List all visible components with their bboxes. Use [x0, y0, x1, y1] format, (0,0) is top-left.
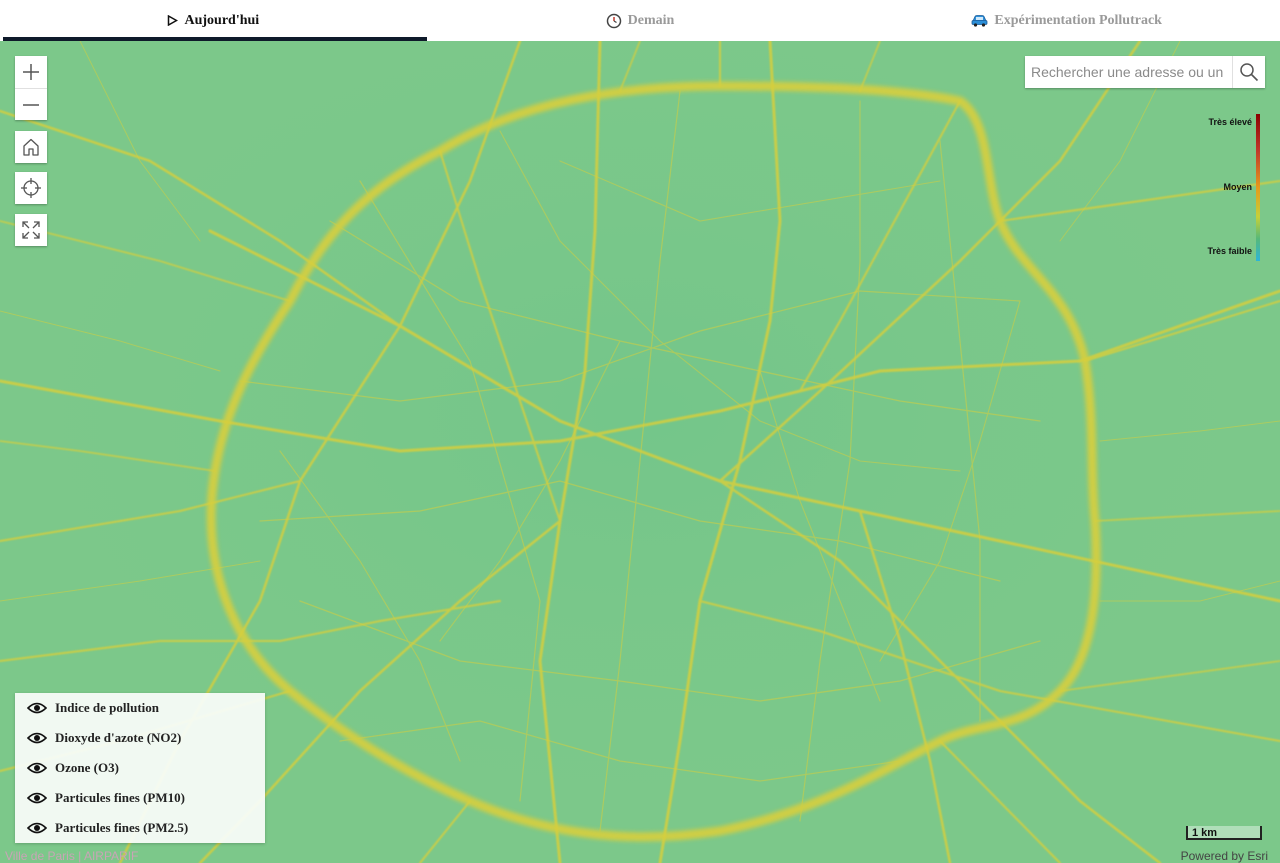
scale-bar: 1 km — [1186, 826, 1262, 840]
tab-bar: Aujourd'hui Demain Expérimentation Pollu… — [0, 0, 1280, 41]
map-attribution: Ville de Paris | AIRPARIF — [5, 849, 139, 863]
legend-label-high: Très élevé — [1208, 117, 1252, 127]
layer-item-pm25[interactable]: Particules fines (PM2.5) — [15, 813, 265, 843]
pollution-map[interactable]: Très élevé Moyen Très faible Indice de p… — [0, 41, 1280, 863]
eye-icon[interactable] — [27, 821, 47, 835]
layer-label: Particules fines (PM10) — [55, 790, 185, 805]
layer-label: Ozone (O3) — [55, 760, 119, 775]
eye-icon[interactable] — [27, 731, 47, 745]
tab-demain[interactable]: Demain — [427, 0, 854, 41]
tab-label: Demain — [627, 12, 675, 28]
layer-list: Indice de pollution Dioxyde d'azote (NO2… — [15, 693, 265, 843]
fullscreen-button[interactable] — [15, 214, 47, 246]
tab-aujourdhui[interactable]: Aujourd'hui — [0, 0, 427, 41]
play-outline-icon — [167, 15, 179, 26]
layer-item-indice[interactable]: Indice de pollution — [15, 693, 265, 723]
plus-icon — [23, 64, 39, 80]
clock-icon — [606, 13, 622, 29]
layer-item-pm10[interactable]: Particules fines (PM10) — [15, 783, 265, 813]
layer-item-o3[interactable]: Ozone (O3) — [15, 753, 265, 783]
eye-icon[interactable] — [27, 761, 47, 775]
zoom-in-button[interactable] — [15, 56, 47, 88]
search-input[interactable] — [1025, 56, 1232, 88]
crosshair-icon — [21, 178, 41, 198]
legend-label-mid: Moyen — [1223, 182, 1252, 192]
legend-label-low: Très faible — [1207, 246, 1252, 256]
tab-label: Expérimentation Pollutrack — [994, 12, 1162, 28]
zoom-controls — [15, 56, 47, 120]
eye-icon[interactable] — [27, 791, 47, 805]
minus-icon — [23, 103, 39, 106]
powered-by-esri[interactable]: Powered by Esri — [1181, 849, 1268, 863]
search-button[interactable] — [1232, 56, 1265, 88]
zoom-out-button[interactable] — [15, 88, 47, 120]
locate-button[interactable] — [15, 172, 47, 204]
car-icon — [971, 14, 988, 27]
layer-item-no2[interactable]: Dioxyde d'azote (NO2) — [15, 723, 265, 753]
search-icon — [1240, 63, 1259, 82]
home-icon — [23, 138, 39, 156]
tab-label: Aujourd'hui — [184, 12, 260, 28]
layer-label: Indice de pollution — [55, 700, 160, 715]
eye-icon[interactable] — [27, 701, 47, 715]
tab-pollutrack[interactable]: Expérimentation Pollutrack — [853, 0, 1280, 41]
home-button[interactable] — [15, 131, 47, 163]
pollution-scale-bar — [1256, 114, 1260, 261]
layer-label: Dioxyde d'azote (NO2) — [55, 730, 182, 745]
layer-label: Particules fines (PM2.5) — [55, 820, 189, 835]
expand-icon — [22, 221, 40, 239]
search-widget — [1025, 56, 1265, 88]
